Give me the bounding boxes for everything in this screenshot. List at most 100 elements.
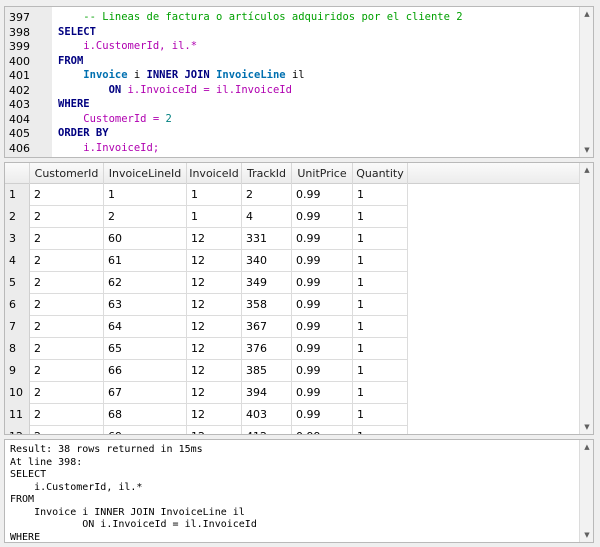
table-cell[interactable]: 1	[187, 206, 242, 228]
table-cell[interactable]: 64	[104, 316, 187, 338]
table-cell[interactable]: 0.99	[292, 382, 353, 404]
table-cell[interactable]: 1	[353, 250, 408, 272]
table-row[interactable]: 2 2 2 1 4 0.99 1	[5, 206, 580, 228]
table-cell[interactable]: 376	[242, 338, 292, 360]
table-row[interactable]: 8 2 65 12 376 0.99 1	[5, 338, 580, 360]
table-row[interactable]: 9 2 66 12 385 0.99 1	[5, 360, 580, 382]
table-cell[interactable]: 0.99	[292, 294, 353, 316]
row-number[interactable]: 12	[5, 426, 30, 434]
scroll-down-arrow-icon[interactable]: ▼	[580, 144, 593, 156]
table-cell[interactable]: 0.99	[292, 272, 353, 294]
table-cell[interactable]: 61	[104, 250, 187, 272]
column-header-invoicelineid[interactable]: InvoiceLineId	[104, 163, 187, 184]
table-cell[interactable]: 68	[104, 404, 187, 426]
table-cell[interactable]: 1	[353, 360, 408, 382]
table-cell[interactable]: 2	[30, 250, 104, 272]
table-cell[interactable]: 385	[242, 360, 292, 382]
table-cell[interactable]: 0.99	[292, 206, 353, 228]
grid-corner[interactable]	[5, 163, 30, 184]
table-cell[interactable]: 0.99	[292, 404, 353, 426]
table-cell[interactable]: 1	[353, 206, 408, 228]
table-row[interactable]: 7 2 64 12 367 0.99 1	[5, 316, 580, 338]
row-number[interactable]: 1	[5, 184, 30, 206]
table-row[interactable]: 3 2 60 12 331 0.99 1	[5, 228, 580, 250]
table-cell[interactable]: 2	[242, 184, 292, 206]
table-cell[interactable]: 1	[104, 184, 187, 206]
table-cell[interactable]: 349	[242, 272, 292, 294]
table-cell[interactable]: 358	[242, 294, 292, 316]
table-cell[interactable]: 0.99	[292, 426, 353, 434]
table-cell[interactable]: 2	[30, 316, 104, 338]
table-cell[interactable]: 403	[242, 404, 292, 426]
table-cell[interactable]: 65	[104, 338, 187, 360]
table-cell[interactable]: 367	[242, 316, 292, 338]
table-cell[interactable]: 1	[353, 294, 408, 316]
table-cell[interactable]: 67	[104, 382, 187, 404]
table-cell[interactable]: 0.99	[292, 228, 353, 250]
column-header-trackid[interactable]: TrackId	[242, 163, 292, 184]
row-number[interactable]: 5	[5, 272, 30, 294]
scroll-up-arrow-icon[interactable]: ▲	[580, 164, 593, 176]
table-cell[interactable]: 1	[353, 426, 408, 434]
table-cell[interactable]: 63	[104, 294, 187, 316]
column-header-unitprice[interactable]: UnitPrice	[292, 163, 353, 184]
table-cell[interactable]: 340	[242, 250, 292, 272]
table-cell[interactable]: 4	[242, 206, 292, 228]
table-cell[interactable]: 12	[187, 382, 242, 404]
table-cell[interactable]: 2	[30, 272, 104, 294]
table-cell[interactable]: 0.99	[292, 250, 353, 272]
results-grid[interactable]: CustomerId InvoiceLineId InvoiceId TrackId U…	[4, 162, 594, 435]
column-header-customerid[interactable]: CustomerId	[30, 163, 104, 184]
table-cell[interactable]: 0.99	[292, 360, 353, 382]
table-row[interactable]: 5 2 62 12 349 0.99 1	[5, 272, 580, 294]
table-cell[interactable]: 1	[353, 382, 408, 404]
table-cell[interactable]: 1	[187, 184, 242, 206]
table-cell[interactable]: 394	[242, 382, 292, 404]
row-number[interactable]: 11	[5, 404, 30, 426]
scroll-up-arrow-icon[interactable]: ▲	[580, 441, 593, 453]
table-cell[interactable]: 12	[187, 316, 242, 338]
table-cell[interactable]: 2	[30, 206, 104, 228]
table-cell[interactable]: 1	[353, 184, 408, 206]
row-number[interactable]: 4	[5, 250, 30, 272]
table-cell[interactable]: 12	[187, 272, 242, 294]
table-cell[interactable]: 2	[30, 338, 104, 360]
table-cell[interactable]: 0.99	[292, 338, 353, 360]
column-header-invoiceid[interactable]: InvoiceId	[187, 163, 242, 184]
table-cell[interactable]: 1	[353, 316, 408, 338]
table-cell[interactable]: 2	[30, 404, 104, 426]
table-cell[interactable]: 2	[30, 228, 104, 250]
table-cell[interactable]: 12	[187, 404, 242, 426]
column-header-quantity[interactable]: Quantity	[353, 163, 408, 184]
scroll-down-arrow-icon[interactable]: ▼	[580, 421, 593, 433]
table-cell[interactable]: 12	[187, 228, 242, 250]
table-cell[interactable]: 69	[104, 426, 187, 434]
row-number[interactable]: 6	[5, 294, 30, 316]
row-number[interactable]: 7	[5, 316, 30, 338]
table-cell[interactable]: 1	[353, 228, 408, 250]
table-cell[interactable]: 0.99	[292, 184, 353, 206]
table-row[interactable]: 10 2 67 12 394 0.99 1	[5, 382, 580, 404]
row-number[interactable]: 9	[5, 360, 30, 382]
table-cell[interactable]: 1	[353, 338, 408, 360]
editor-vertical-scrollbar[interactable]: ▲ ▼	[579, 7, 593, 157]
table-cell[interactable]: 12	[187, 338, 242, 360]
table-cell[interactable]: 2	[30, 382, 104, 404]
table-cell[interactable]: 2	[30, 426, 104, 434]
table-cell[interactable]: 66	[104, 360, 187, 382]
scroll-down-arrow-icon[interactable]: ▼	[580, 529, 593, 541]
sql-editor[interactable]: 397 -- Lineas de factura o artículos adq…	[4, 6, 594, 158]
table-cell[interactable]: 412	[242, 426, 292, 434]
message-vertical-scrollbar[interactable]: ▲ ▼	[579, 440, 593, 542]
table-cell[interactable]: 0.99	[292, 316, 353, 338]
table-cell[interactable]: 2	[104, 206, 187, 228]
table-cell[interactable]: 2	[30, 360, 104, 382]
grid-vertical-scrollbar[interactable]: ▲ ▼	[579, 163, 593, 434]
table-row[interactable]: 11 2 68 12 403 0.99 1	[5, 404, 580, 426]
row-number[interactable]: 2	[5, 206, 30, 228]
row-number[interactable]: 10	[5, 382, 30, 404]
row-number[interactable]: 8	[5, 338, 30, 360]
table-cell[interactable]: 2	[30, 294, 104, 316]
table-cell[interactable]: 62	[104, 272, 187, 294]
table-cell[interactable]: 12	[187, 426, 242, 434]
